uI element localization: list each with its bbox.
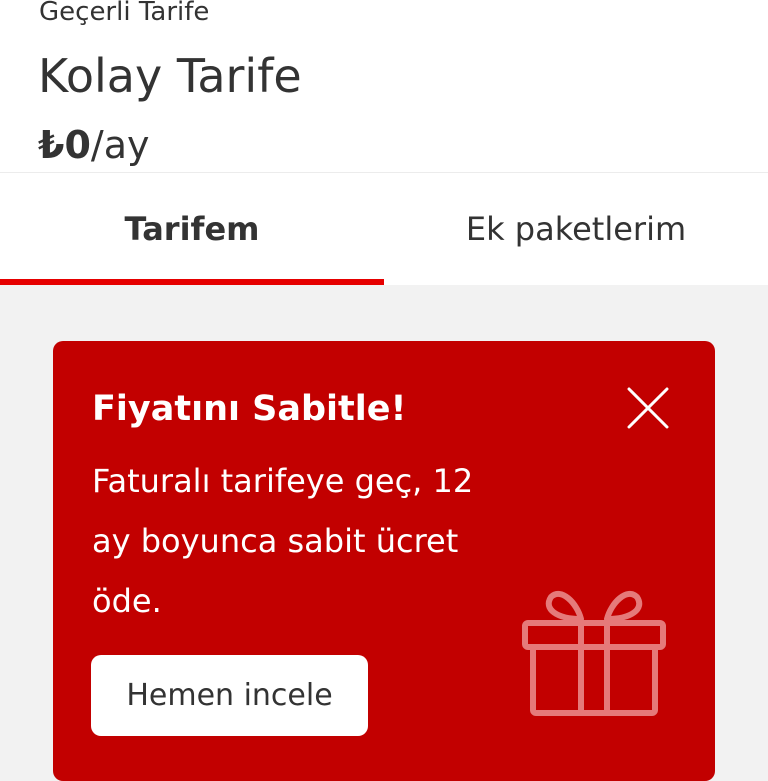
promo-body: Faturalı tarifeye geç, 12 ay boyunca sab… [92,462,474,620]
price-period: /ay [90,123,150,167]
price-amount: ₺0 [38,123,91,167]
tab-tarifem[interactable]: Tarifem [0,173,384,285]
gift-icon [521,589,667,717]
plan-price: ₺0/ay [38,118,149,172]
plan-name: Kolay Tarife [38,49,302,103]
hemen-incele-button[interactable]: Hemen incele [91,655,368,736]
tab-bar: Tarifem Ek paketlerim [0,172,768,285]
plan-header: Geçerli Tarife Kolay Tarife ₺0/ay [0,0,768,172]
tab-ek-paketlerim[interactable]: Ek paketlerim [384,173,768,285]
active-tab-indicator [0,279,384,285]
close-icon[interactable] [625,385,671,431]
promo-title: Fiyatını Sabitle! [92,389,407,429]
current-plan-label: Geçerli Tarife [39,0,210,27]
promo-card: Fiyatını Sabitle! Faturalı tarifeye geç,… [53,341,715,781]
